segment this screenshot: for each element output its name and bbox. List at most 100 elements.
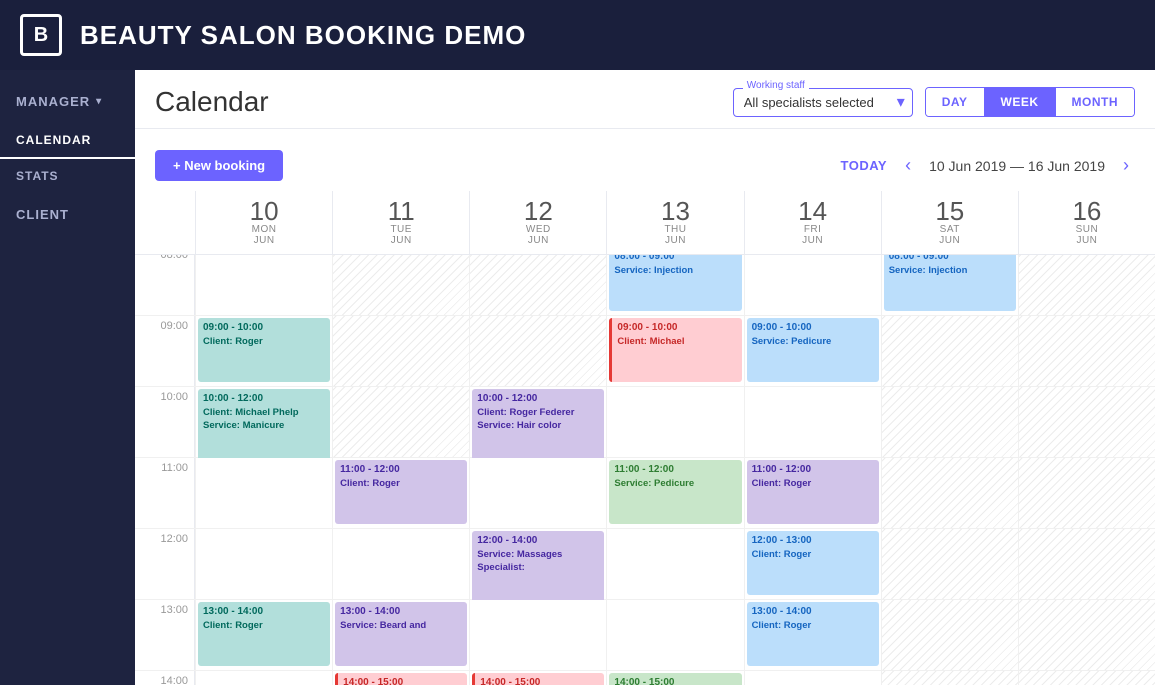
view-month-button[interactable]: MONTH	[1055, 88, 1135, 116]
cal-cell-day6-row6[interactable]	[1018, 671, 1155, 685]
cal-cell-day4-row2[interactable]	[744, 387, 881, 457]
day-label-14: 14FRIJUN	[744, 190, 881, 254]
cal-cell-day0-row4[interactable]	[195, 529, 332, 599]
cal-cell-day4-row6[interactable]	[744, 671, 881, 685]
cal-cell-day2-row4[interactable]: 12:00 - 14:00Service: MassagesSpecialist…	[469, 529, 606, 599]
cal-cell-day1-row3[interactable]: 11:00 - 12:00Client: Roger	[332, 458, 469, 528]
cal-cell-day2-row6[interactable]: 14:00 - 15:00Client: Michael	[469, 671, 606, 685]
cal-cell-day1-row4[interactable]	[332, 529, 469, 599]
cal-cell-day6-row2[interactable]	[1018, 387, 1155, 457]
cal-cell-day4-row5[interactable]: 13:00 - 14:00Client: Roger	[744, 600, 881, 670]
cal-cell-day0-row5[interactable]: 13:00 - 14:00Client: Roger	[195, 600, 332, 670]
event-block[interactable]: 14:00 - 15:00Client: Michael	[472, 673, 604, 685]
new-booking-button[interactable]: + New booking	[155, 150, 283, 181]
app-header: B BEAUTY SALON BOOKING DEMO	[0, 0, 1155, 70]
event-block[interactable]: 14:00 - 15:00Client: Michael	[335, 673, 467, 685]
cal-cell-day2-row5[interactable]	[469, 600, 606, 670]
date-range: 10 Jun 2019 — 16 Jun 2019	[929, 158, 1105, 174]
cal-cell-day3-row6[interactable]: 14:00 - 15:00Service: Full	[606, 671, 743, 685]
cal-cell-day2-row0[interactable]	[469, 245, 606, 315]
cal-cell-day4-row4[interactable]: 12:00 - 13:00Client: Roger	[744, 529, 881, 599]
cal-cell-day6-row3[interactable]	[1018, 458, 1155, 528]
prev-arrow-button[interactable]: ‹	[899, 153, 917, 178]
view-day-button[interactable]: DAY	[926, 88, 984, 116]
cal-cell-day2-row3[interactable]	[469, 458, 606, 528]
day-label-12: 12WEDJUN	[469, 190, 606, 254]
main-layout: MANAGER ▾ CALENDAR STATS CLIENT Calendar…	[0, 70, 1155, 685]
cal-cell-day0-row3[interactable]	[195, 458, 332, 528]
cal-cell-day0-row1[interactable]: 09:00 - 10:00Client: Roger	[195, 316, 332, 386]
calendar-controls: Working staff All specialists selected ▾…	[733, 87, 1135, 117]
event-block[interactable]: 13:00 - 14:00Service: Beard and	[335, 602, 467, 666]
sidebar: MANAGER ▾ CALENDAR STATS CLIENT	[0, 70, 135, 685]
cal-cell-day6-row5[interactable]	[1018, 600, 1155, 670]
cal-cell-day5-row3[interactable]	[881, 458, 1018, 528]
event-block[interactable]: 13:00 - 14:00Client: Roger	[747, 602, 879, 666]
event-block[interactable]: 14:00 - 15:00Service: Full	[609, 673, 741, 685]
time-label-1300: 13:00	[135, 600, 195, 670]
time-label-0900: 09:00	[135, 316, 195, 386]
cal-cell-day1-row2[interactable]	[332, 387, 469, 457]
calendar-subheader: + New booking TODAY ‹ 10 Jun 2019 — 16 J…	[135, 140, 1155, 191]
date-nav: TODAY ‹ 10 Jun 2019 — 16 Jun 2019 ›	[841, 153, 1136, 178]
cal-cell-day5-row2[interactable]	[881, 387, 1018, 457]
cal-cell-day1-row5[interactable]: 13:00 - 14:00Service: Beard and	[332, 600, 469, 670]
sidebar-item-calendar[interactable]: CALENDAR	[0, 123, 135, 159]
event-block[interactable]: 08:00 - 09:00Service: Injection	[609, 247, 741, 311]
cal-cell-day5-row5[interactable]	[881, 600, 1018, 670]
cal-cell-day5-row1[interactable]	[881, 316, 1018, 386]
cal-cell-day6-row1[interactable]	[1018, 316, 1155, 386]
app-logo: B	[20, 14, 62, 56]
day-label-13: 13THUJUN	[606, 190, 743, 254]
cal-cell-day3-row0[interactable]: 08:00 - 09:00Service: Injection	[606, 245, 743, 315]
cal-cell-day6-row0[interactable]	[1018, 245, 1155, 315]
cal-cell-day2-row2[interactable]: 10:00 - 12:00Client: Roger FedererServic…	[469, 387, 606, 457]
time-row-1300: 13:0013:00 - 14:00Client: Roger13:00 - 1…	[135, 600, 1155, 671]
event-block[interactable]: 11:00 - 12:00Service: Pedicure	[609, 460, 741, 524]
cal-cell-day3-row1[interactable]: 09:00 - 10:00Client: Michael	[606, 316, 743, 386]
time-row-1000: 10:0010:00 - 12:00Client: Michael PhelpS…	[135, 387, 1155, 458]
cal-cell-day4-row3[interactable]: 11:00 - 12:00Client: Roger	[744, 458, 881, 528]
cal-cell-day0-row0[interactable]	[195, 245, 332, 315]
event-block[interactable]: 09:00 - 10:00Client: Roger	[198, 318, 330, 382]
cal-cell-day5-row4[interactable]	[881, 529, 1018, 599]
event-block[interactable]: 11:00 - 12:00Client: Roger	[335, 460, 467, 524]
event-block[interactable]: 13:00 - 14:00Client: Roger	[198, 602, 330, 666]
cal-cell-day1-row0[interactable]	[332, 245, 469, 315]
app-title: BEAUTY SALON BOOKING DEMO	[80, 20, 526, 51]
time-row-1100: 11:0011:00 - 12:00Client: Roger11:00 - 1…	[135, 458, 1155, 529]
cal-cell-day6-row4[interactable]	[1018, 529, 1155, 599]
cal-cell-day3-row4[interactable]	[606, 529, 743, 599]
day-label-16: 16SUNJUN	[1018, 190, 1155, 254]
sidebar-item-client[interactable]: CLIENT	[0, 193, 135, 236]
time-label-0800: 08:00	[135, 245, 195, 315]
calendar-area: Calendar Working staff All specialists s…	[135, 70, 1155, 685]
working-staff-label: Working staff	[743, 80, 809, 91]
cal-cell-day0-row2[interactable]: 10:00 - 12:00Client: Michael PhelpServic…	[195, 387, 332, 457]
time-label-1400: 14:00	[135, 671, 195, 685]
event-block[interactable]: 12:00 - 13:00Client: Roger	[747, 531, 879, 595]
calendar-days-header: 10MONJUN11TUEJUN12WEDJUN13THUJUN14FRIJUN…	[135, 190, 1155, 255]
view-week-button[interactable]: WEEK	[984, 88, 1055, 116]
next-arrow-button[interactable]: ›	[1117, 153, 1135, 178]
cal-cell-day3-row3[interactable]: 11:00 - 12:00Service: Pedicure	[606, 458, 743, 528]
cal-cell-day5-row0[interactable]: 08:00 - 09:00Service: Injection	[881, 245, 1018, 315]
event-block[interactable]: 09:00 - 10:00Service: Pedicure	[747, 318, 879, 382]
cal-cell-day5-row6[interactable]	[881, 671, 1018, 685]
event-block[interactable]: 08:00 - 09:00Service: Injection	[884, 247, 1016, 311]
sidebar-manager[interactable]: MANAGER ▾	[0, 80, 135, 123]
cal-cell-day2-row1[interactable]	[469, 316, 606, 386]
cal-cell-day1-row6[interactable]: 14:00 - 15:00Client: Michael	[332, 671, 469, 685]
time-gutter-header	[135, 190, 195, 254]
cal-cell-day3-row2[interactable]	[606, 387, 743, 457]
event-block[interactable]: 09:00 - 10:00Client: Michael	[609, 318, 741, 382]
today-button[interactable]: TODAY	[841, 158, 888, 173]
cal-cell-day3-row5[interactable]	[606, 600, 743, 670]
cal-cell-day1-row1[interactable]	[332, 316, 469, 386]
cal-cell-day0-row6[interactable]	[195, 671, 332, 685]
sidebar-item-stats[interactable]: STATS	[0, 159, 135, 193]
working-staff-select[interactable]: All specialists selected	[733, 88, 913, 117]
cal-cell-day4-row1[interactable]: 09:00 - 10:00Service: Pedicure	[744, 316, 881, 386]
cal-cell-day4-row0[interactable]	[744, 245, 881, 315]
event-block[interactable]: 11:00 - 12:00Client: Roger	[747, 460, 879, 524]
